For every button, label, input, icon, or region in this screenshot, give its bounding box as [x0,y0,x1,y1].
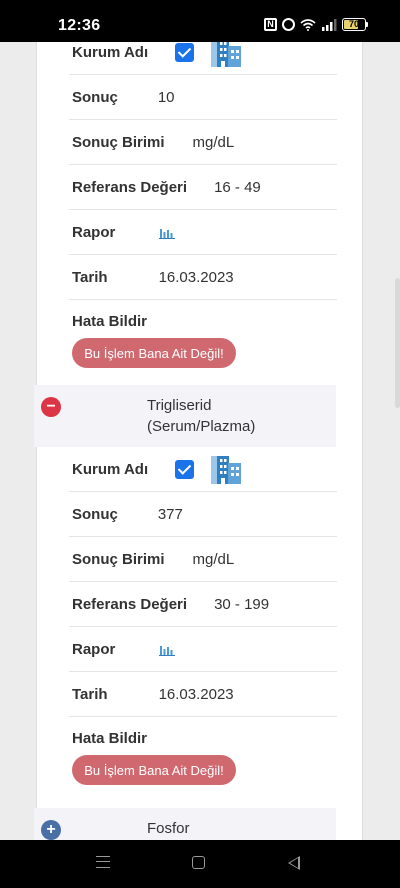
row-rapor: Rapor [69,627,337,672]
sonuc-value: 10 [157,88,175,106]
report-chart-icon[interactable] [159,643,176,656]
sonuc-value: 377 [157,505,183,523]
system-nav-bar [0,840,400,888]
building-icon[interactable] [211,454,243,484]
hata-label: Hata Bildir [72,730,148,747]
tarih-value: 16.03.2023 [158,685,234,703]
test-group-header-trigliserid[interactable]: − Trigliserid (Serum/Plazma) [34,385,336,447]
row-referans: Referans Değeri 16 - 49 [69,165,337,210]
tarih-label: Tarih [72,268,108,286]
test-name: Trigliserid [147,397,212,414]
birim-label: Sonuç Birimi [72,133,165,151]
report-chart-icon[interactable] [159,226,176,239]
row-tarih: Tarih 16.03.2023 [69,255,337,300]
referans-label: Referans Değeri [72,178,188,196]
menu-icon[interactable] [96,856,110,868]
collapse-icon[interactable]: − [41,397,61,417]
row-hata-bildir: Hata Bildir Bu İşlem Bana Ait Değil! [69,717,337,802]
expand-icon[interactable]: + [41,820,61,840]
kurum-checkbox[interactable] [175,42,195,62]
back-icon[interactable] [288,856,300,870]
row-referans: Referans Değeri 30 - 199 [69,582,337,627]
building-icon[interactable] [211,42,243,67]
hata-label: Hata Bildir [72,313,148,330]
status-time: 12:36 [58,17,101,34]
row-rapor: Rapor [69,210,337,255]
tarih-value: 16.03.2023 [158,268,234,286]
status-icons: N 70 [264,18,368,31]
referans-value: 30 - 199 [214,595,270,613]
birim-value: mg/dL [192,550,235,568]
test-specimen: (Serum/Plazma) [147,418,256,435]
row-tarih: Tarih 16.03.2023 [69,672,337,717]
test-name: Fosfor [147,820,190,837]
results-list: Kurum Adı Sonuç 10 Sonuç Birimi mg/dL Re… [34,42,337,840]
wifi-icon [300,18,316,31]
scrollbar[interactable] [395,278,400,408]
test-group-header-fosfor[interactable]: + Fosfor [34,808,336,840]
row-birim: Sonuç Birimi mg/dL [69,537,337,582]
results-card: Kurum Adı Sonuç 10 Sonuç Birimi mg/dL Re… [34,42,363,840]
row-kurum: Kurum Adı [69,42,337,75]
kurum-checkbox[interactable] [175,459,195,479]
nfc-icon: N [264,18,277,31]
test-group-title: Fosfor [147,818,297,839]
alarm-icon [282,18,295,31]
tarih-label: Tarih [72,685,108,703]
report-error-button[interactable]: Bu İşlem Bana Ait Değil! [72,755,236,785]
birim-value: mg/dL [192,133,235,151]
row-sonuc: Sonuç 10 [69,75,337,120]
rapor-label: Rapor [72,640,116,658]
test-group-title: Trigliserid (Serum/Plazma) [147,395,297,437]
sonuc-label: Sonuç [72,505,118,523]
row-kurum: Kurum Adı [69,447,337,492]
status-bar: 12:36 N 70 [0,0,400,42]
row-birim: Sonuç Birimi mg/dL [69,120,337,165]
content-viewport[interactable]: Kurum Adı Sonuç 10 Sonuç Birimi mg/dL Re… [0,42,400,840]
kurum-label: Kurum Adı [72,460,149,478]
rapor-label: Rapor [72,223,116,241]
referans-label: Referans Değeri [72,595,188,613]
home-icon[interactable] [192,856,205,869]
signal-icon [322,18,337,31]
battery-level: 70 [348,19,359,29]
row-hata-bildir: Hata Bildir Bu İşlem Bana Ait Değil! [69,300,337,385]
kurum-label: Kurum Adı [72,43,149,61]
birim-label: Sonuç Birimi [72,550,165,568]
referans-value: 16 - 49 [214,178,261,196]
report-error-button[interactable]: Bu İşlem Bana Ait Değil! [72,338,236,368]
battery-icon: 70 [342,18,368,31]
row-sonuc: Sonuç 377 [69,492,337,537]
sonuc-label: Sonuç [72,88,118,106]
